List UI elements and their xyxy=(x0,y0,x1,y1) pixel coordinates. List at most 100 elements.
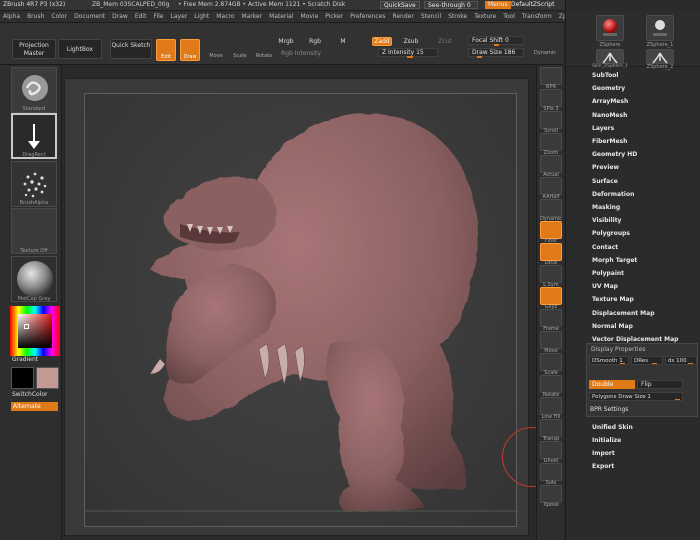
tool-menu-polypaint[interactable]: Polypaint xyxy=(592,270,624,278)
menu-preferences[interactable]: Preferences xyxy=(350,11,385,22)
focal-shift-slider[interactable]: Focal Shift 0 xyxy=(468,36,524,46)
tool-menu-uv-map[interactable]: UV Map xyxy=(592,283,618,291)
shelf-actual-button[interactable] xyxy=(540,155,562,173)
menu-transform[interactable]: Transform xyxy=(522,11,552,22)
lightbox-button[interactable]: LightBox xyxy=(58,39,102,59)
tool-menu-geometry-hd[interactable]: Geometry HD xyxy=(592,151,637,159)
menu-file[interactable]: File xyxy=(153,11,163,22)
menu-stencil[interactable]: Stencil xyxy=(421,11,441,22)
rgb-intensity-slider[interactable]: Rgb Intensity xyxy=(276,50,326,58)
rotate-button[interactable]: Rotate xyxy=(254,39,274,61)
tool-menu-import[interactable]: Import xyxy=(592,450,615,458)
shelf-ghost-button[interactable] xyxy=(540,441,562,459)
color-square[interactable] xyxy=(18,314,52,348)
color-hue-ring[interactable] xyxy=(10,306,60,356)
tool-menu-nanomesh[interactable]: NanoMesh xyxy=(592,112,627,120)
shelf-floor-button[interactable] xyxy=(540,221,562,239)
tool-menu-unified-skin[interactable]: Unified Skin xyxy=(592,424,633,432)
menu-picker[interactable]: Picker xyxy=(325,11,343,22)
document-canvas[interactable] xyxy=(64,78,529,536)
shelf-solo-button[interactable] xyxy=(540,463,562,481)
tool-menu-layers[interactable]: Layers xyxy=(592,125,614,133)
tool-menu-preview[interactable]: Preview xyxy=(592,164,619,172)
tool-menu-visibility[interactable]: Visibility xyxy=(592,217,621,225)
dres-slider[interactable]: DRes xyxy=(631,356,663,365)
z-intensity-slider[interactable]: Z Intensity 15 xyxy=(378,48,438,58)
shelf-bpr-button[interactable] xyxy=(540,67,562,85)
shelf-move-button[interactable] xyxy=(540,331,562,349)
draw-button[interactable]: Draw xyxy=(180,39,200,61)
tool-menu-displacement-map[interactable]: Displacement Map xyxy=(592,310,655,318)
tool-menu-morph-target[interactable]: Morph Target xyxy=(592,257,637,265)
shelf-scale-button[interactable] xyxy=(540,353,562,371)
secondary-color-swatch[interactable] xyxy=(36,367,59,389)
shelf-l-sym-button[interactable] xyxy=(540,265,562,283)
skin-zsphere-tool-thumb[interactable] xyxy=(596,49,624,64)
menu-macro[interactable]: Macro xyxy=(216,11,234,22)
viewport[interactable] xyxy=(84,93,518,528)
menu-brush[interactable]: Brush xyxy=(27,11,44,22)
menu-edit[interactable]: Edit xyxy=(135,11,147,22)
zsphere-tool-thumb[interactable] xyxy=(596,15,624,41)
tool-menu-texture-map[interactable]: Texture Map xyxy=(592,296,634,304)
shelf-gxyz-button[interactable] xyxy=(540,287,562,305)
shelf-line-fill-polyf-button[interactable] xyxy=(540,397,562,415)
edit-button[interactable]: Edit xyxy=(156,39,176,61)
menu-texture[interactable]: Texture xyxy=(474,11,496,22)
shelf-scroll-button[interactable] xyxy=(540,111,562,129)
menu-alpha[interactable]: Alpha xyxy=(3,11,20,22)
menu-color[interactable]: Color xyxy=(51,11,67,22)
tool-menu-surface[interactable]: Surface xyxy=(592,178,618,186)
dsqrt-slider[interactable]: ds 100 xyxy=(665,356,697,365)
menus-button[interactable]: Menus xyxy=(485,1,511,9)
quick-sketch-button[interactable]: Quick Sketch xyxy=(110,39,152,59)
dsmooth-slider[interactable]: DSmooth 1 xyxy=(589,356,629,365)
menu-light[interactable]: Light xyxy=(194,11,209,22)
alternate-button[interactable]: Alternate xyxy=(11,402,58,411)
tool-menu-geometry[interactable]: Geometry xyxy=(592,85,625,93)
zsphere2-tool-thumb[interactable] xyxy=(646,49,674,64)
menu-marker[interactable]: Marker xyxy=(241,11,262,22)
move-button[interactable]: Move xyxy=(206,39,226,61)
bpr-settings-button[interactable]: BPR Settings xyxy=(590,406,628,413)
projection-master-button[interactable]: Projection Master xyxy=(12,39,56,59)
see-through-slider[interactable]: See-through 0 xyxy=(424,1,478,9)
zcut-button[interactable]: Zcut xyxy=(436,38,454,46)
zsub-button[interactable]: Zsub xyxy=(402,38,420,46)
menu-stroke[interactable]: Stroke xyxy=(448,11,467,22)
shelf-frame-button[interactable] xyxy=(540,309,562,327)
zadd-button[interactable]: Zadd xyxy=(372,37,392,46)
menu-material[interactable]: Material xyxy=(269,11,293,22)
flip-button[interactable]: Flip xyxy=(637,380,683,389)
tool-menu-subtool[interactable]: SubTool xyxy=(592,72,618,80)
polygons-draw-size-slider[interactable]: Polygons Draw Size 1 xyxy=(589,392,683,401)
shelf-dynamic-persp-button[interactable] xyxy=(540,199,562,217)
tool-menu-arraymesh[interactable]: ArrayMesh xyxy=(592,98,628,106)
shelf-xpose-button[interactable] xyxy=(540,485,562,503)
tool-menu-contact[interactable]: Contact xyxy=(592,244,618,252)
tool-menu-masking[interactable]: Masking xyxy=(592,204,620,212)
shelf-local-button[interactable] xyxy=(540,243,562,261)
tool-menu-export[interactable]: Export xyxy=(592,463,614,471)
sculpt-model[interactable] xyxy=(85,94,518,528)
shelf-rotate-button[interactable] xyxy=(540,375,562,393)
menu-draw[interactable]: Draw xyxy=(112,11,128,22)
tool-menu-deformation[interactable]: Deformation xyxy=(592,191,634,199)
mrgb-button[interactable]: Mrgb xyxy=(276,38,296,46)
quicksave-button[interactable]: QuickSave xyxy=(380,1,420,9)
shelf-spix-3-button[interactable] xyxy=(540,89,562,107)
tool-menu-fibermesh[interactable]: FiberMesh xyxy=(592,138,627,146)
menu-document[interactable]: Document xyxy=(74,11,105,22)
tool-menu-polygroups[interactable]: Polygroups xyxy=(592,230,630,238)
tool-menu-initialize[interactable]: Initialize xyxy=(592,437,621,445)
scale-button[interactable]: Scale xyxy=(230,39,250,61)
shelf-aahalf-button[interactable] xyxy=(540,177,562,195)
m-button[interactable]: M xyxy=(338,38,348,46)
shelf-transp-button[interactable] xyxy=(540,419,562,437)
menu-render[interactable]: Render xyxy=(392,11,413,22)
draw-size-slider[interactable]: Draw Size 186 xyxy=(468,48,524,58)
default-script-button[interactable]: DefaultZScript xyxy=(508,1,557,9)
shelf-zoom-button[interactable] xyxy=(540,133,562,151)
main-color-swatch[interactable] xyxy=(11,367,34,389)
menu-tool[interactable]: Tool xyxy=(503,11,515,22)
